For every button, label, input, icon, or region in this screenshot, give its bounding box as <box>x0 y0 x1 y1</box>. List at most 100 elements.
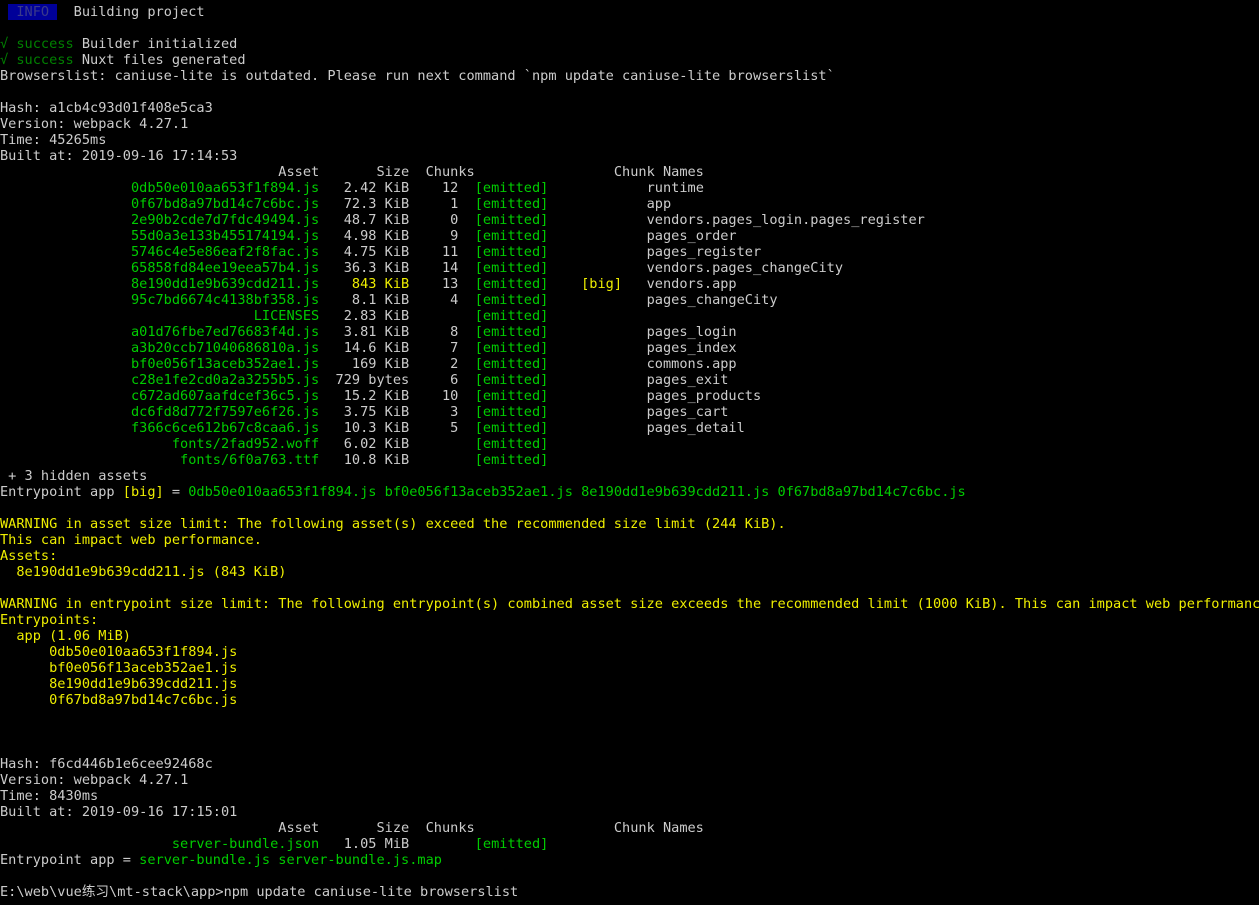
big-badge <box>581 292 646 308</box>
warning-list-item: 0f67bd8a97bd14c7c6bc.js <box>0 692 1259 708</box>
entrypoint-big-badge: [big] <box>122 484 164 500</box>
asset-chunks: 11 <box>409 244 475 260</box>
built-at-label: Built at: <box>0 804 82 820</box>
built-at-label: Built at: <box>0 148 82 164</box>
big-badge <box>581 388 646 404</box>
client-table-row: dc6fd8d772f7597e6f26.js 3.75 KiB 3 [emit… <box>0 404 1259 420</box>
asset-size: 15.2 KiB <box>319 388 410 404</box>
client-table-row: 95c7bd6674c4138bf358.js 8.1 KiB 4 [emitt… <box>0 292 1259 308</box>
col-header-chunk-names: Chunk Names <box>613 164 704 180</box>
warning-list-item: 8e190dd1e9b639cdd211.js (843 KiB) <box>0 564 1259 580</box>
browserslist-notice: Browserslist: caniuse-lite is outdated. … <box>0 68 1259 84</box>
client-table-row: bf0e056f13aceb352ae1.js 169 KiB 2 [emitt… <box>0 356 1259 372</box>
asset-name: f366c6ce612b67c8caa6.js <box>0 420 320 436</box>
success-message: Builder initialized <box>81 36 238 52</box>
asset-chunks <box>409 836 474 852</box>
asset-name: 2e90b2cde7d7fdc49494.js <box>0 212 320 228</box>
big-badge <box>581 324 646 340</box>
col-header-chunks: Chunks <box>409 820 475 836</box>
col-header-chunks: Chunks <box>409 164 475 180</box>
client-table-row: 0f67bd8a97bd14c7c6bc.js 72.3 KiB 1 [emit… <box>0 196 1259 212</box>
server-builtat: Built at: 2019-09-16 17:15:01 <box>0 804 1259 820</box>
hidden-assets-line: + 3 hidden assets <box>0 468 1259 484</box>
chunk-names: pages_products <box>646 388 762 404</box>
warning-list-label-text: Entrypoints: <box>0 612 99 628</box>
client-table-row: 2e90b2cde7d7fdc49494.js 48.7 KiB 0 [emit… <box>0 212 1259 228</box>
warning-list-item: app (1.06 MiB) <box>0 628 1259 644</box>
prompt-path: E:\web\vue练习\mt-stack\app> <box>0 884 224 900</box>
chunk-names: pages_index <box>646 340 737 356</box>
chunk-names: runtime <box>646 180 704 196</box>
chunk-names: app <box>646 196 672 212</box>
client-table-row: f366c6ce612b67c8caa6.js 10.3 KiB 5 [emit… <box>0 420 1259 436</box>
warning-header-1: WARNING in entrypoint size limit: The fo… <box>0 596 1259 612</box>
asset-size: 4.98 KiB <box>319 228 410 244</box>
asset-chunks <box>409 452 474 468</box>
hash-label: Hash: <box>0 756 50 772</box>
warning-header-text: WARNING in entrypoint size limit: The fo… <box>0 596 1259 612</box>
asset-chunks: 0 <box>409 212 475 228</box>
emitted-badge: [emitted] <box>474 372 582 388</box>
emitted-badge: [emitted] <box>474 340 582 356</box>
warning-list-item-text: bf0e056f13aceb352ae1.js <box>0 660 238 676</box>
asset-name: fonts/2fad952.woff <box>0 436 320 452</box>
asset-name: 0f67bd8a97bd14c7c6bc.js <box>0 196 320 212</box>
asset-name: 0db50e010aa653f1f894.js <box>0 180 320 196</box>
prompt-command[interactable]: npm update caniuse-lite browserslist <box>224 884 519 900</box>
hash-value: f6cd446b1e6cee92468c <box>49 756 213 772</box>
big-badge <box>581 228 646 244</box>
big-badge <box>581 436 646 452</box>
browserslist-text: Browserslist: caniuse-lite is outdated. … <box>0 68 835 84</box>
hash-label: Hash: <box>0 100 50 116</box>
col-header-asset: Asset <box>0 820 320 836</box>
asset-size: 10.8 KiB <box>319 452 410 468</box>
asset-name: c672ad607aafdcef36c5.js <box>0 388 320 404</box>
emitted-badge: [emitted] <box>474 356 582 372</box>
entrypoint-files: server-bundle.js server-bundle.js.map <box>139 852 442 868</box>
emitted-badge: [emitted] <box>474 212 582 228</box>
col-header-chunk-names: Chunk Names <box>613 820 704 836</box>
server-entrypoint-line: Entrypoint app = server-bundle.js server… <box>0 852 1259 868</box>
asset-size: 14.6 KiB <box>319 340 410 356</box>
chunk-names: vendors.pages_changeCity <box>646 260 844 276</box>
warning-body-0: This can impact web performance. <box>0 532 1259 548</box>
asset-size: 729 bytes <box>319 372 410 388</box>
asset-name: a3b20ccb71040686810a.js <box>0 340 320 356</box>
warning-list-label-text: Assets: <box>0 548 58 564</box>
terminal-window[interactable]: INFO Building project √ success Builder … <box>0 0 1259 905</box>
version-label: Version: <box>0 116 74 132</box>
client-table-row: fonts/2fad952.woff 6.02 KiB [emitted] <box>0 436 1259 452</box>
server-table-header: Asset Size Chunks Chunk Names <box>0 820 1259 836</box>
emitted-badge: [emitted] <box>474 420 582 436</box>
asset-chunks <box>409 436 474 452</box>
success-status: success <box>16 52 82 68</box>
asset-chunks: 12 <box>409 180 475 196</box>
success-line-1: √ success Nuxt files generated <box>0 52 1259 68</box>
client-table-row: 65858fd84ee19eea57b4.js 36.3 KiB 14 [emi… <box>0 260 1259 276</box>
asset-size: 8.1 KiB <box>319 292 410 308</box>
info-message: Building project <box>57 4 205 20</box>
emitted-badge: [emitted] <box>474 228 582 244</box>
emitted-badge: [emitted] <box>474 388 582 404</box>
asset-chunks: 6 <box>409 372 475 388</box>
client-table-row: 55d0a3e133b455174194.js 4.98 KiB 9 [emit… <box>0 228 1259 244</box>
prompt-line: E:\web\vue练习\mt-stack\app>npm update can… <box>0 884 1259 900</box>
asset-size: 48.7 KiB <box>319 212 410 228</box>
big-badge <box>581 212 646 228</box>
terminal-screen: INFO Building project √ success Builder … <box>0 4 1259 900</box>
big-badge: [big] <box>581 276 647 292</box>
col-gap <box>475 164 614 180</box>
emitted-badge: [emitted] <box>474 836 582 852</box>
warning-list-item-text: 8e190dd1e9b639cdd211.js <box>0 676 238 692</box>
asset-size: 843 KiB <box>319 276 410 292</box>
asset-size: 3.75 KiB <box>319 404 410 420</box>
time-value: 45265ms <box>49 132 107 148</box>
warning-list-label-0: Assets: <box>0 548 1259 564</box>
asset-chunks: 13 <box>409 276 475 292</box>
client-table-row: 5746c4e5e86eaf2f8fac.js 4.75 KiB 11 [emi… <box>0 244 1259 260</box>
asset-size: 2.83 KiB <box>319 308 410 324</box>
server-version: Version: webpack 4.27.1 <box>0 772 1259 788</box>
